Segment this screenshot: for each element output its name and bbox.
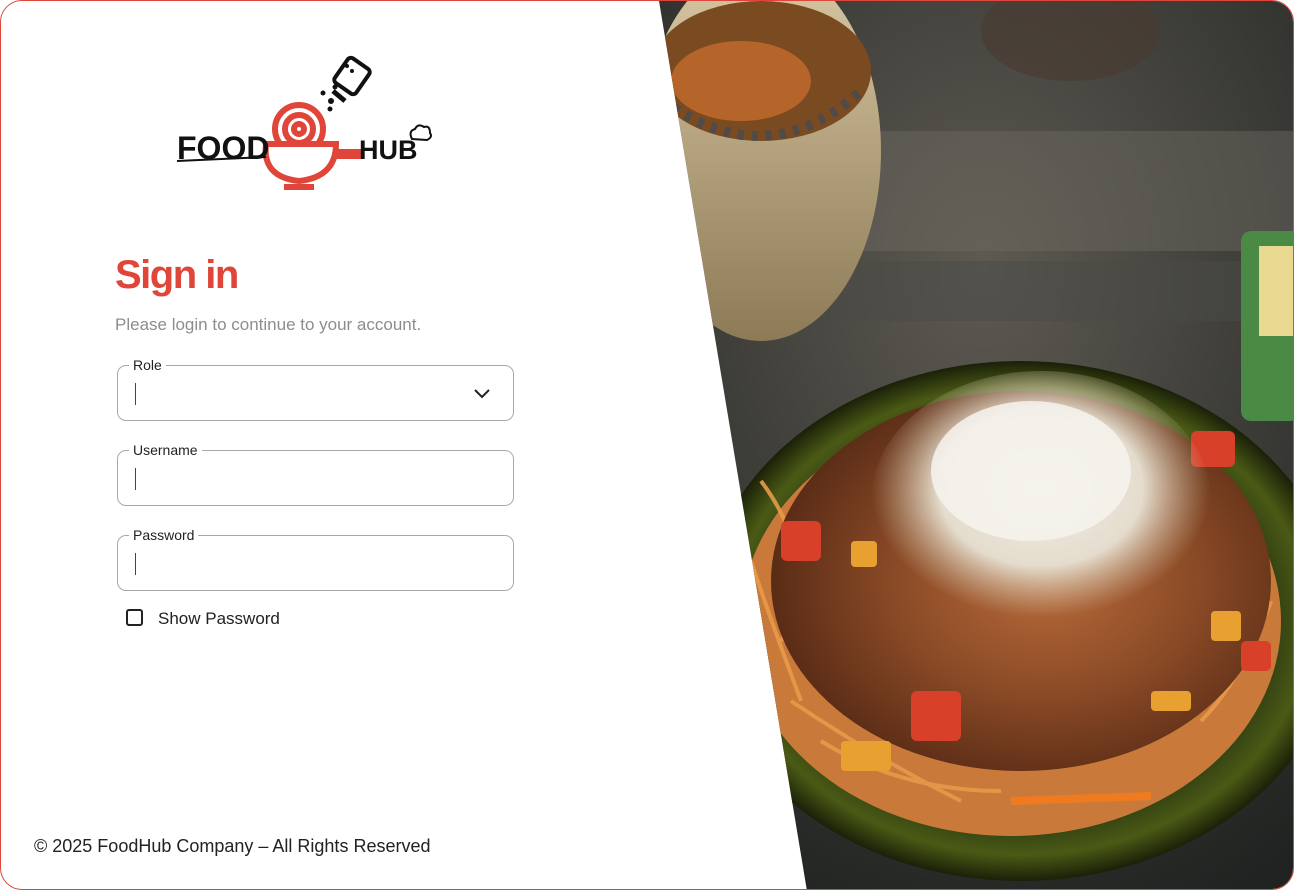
role-input[interactable] (134, 380, 478, 408)
role-select[interactable]: Role (117, 356, 514, 421)
page-title: Sign in (115, 253, 239, 297)
password-label: Password (129, 526, 199, 544)
salt-shaker-icon (320, 55, 372, 112)
password-input[interactable] (134, 550, 478, 578)
foodhub-logo: FOOD HUB (176, 55, 432, 190)
chevron-down-icon[interactable] (473, 388, 491, 400)
password-field[interactable]: Password (117, 526, 514, 591)
show-password-label[interactable]: Show Password (158, 609, 280, 629)
username-label: Username (129, 441, 202, 459)
show-password-checkbox[interactable] (126, 609, 143, 626)
page-subtitle: Please login to continue to your account… (115, 315, 422, 334)
username-input[interactable] (134, 465, 478, 493)
logo-food-text: FOOD (177, 130, 269, 166)
username-field[interactable]: Username (117, 441, 514, 506)
role-label: Role (129, 356, 166, 374)
logo-hub-text: HUB (359, 135, 418, 165)
login-card: FOOD HUB Sign in Please login to continu… (0, 0, 1294, 890)
footer-copyright: © 2025 FoodHub Company – All Rights Rese… (34, 836, 431, 856)
